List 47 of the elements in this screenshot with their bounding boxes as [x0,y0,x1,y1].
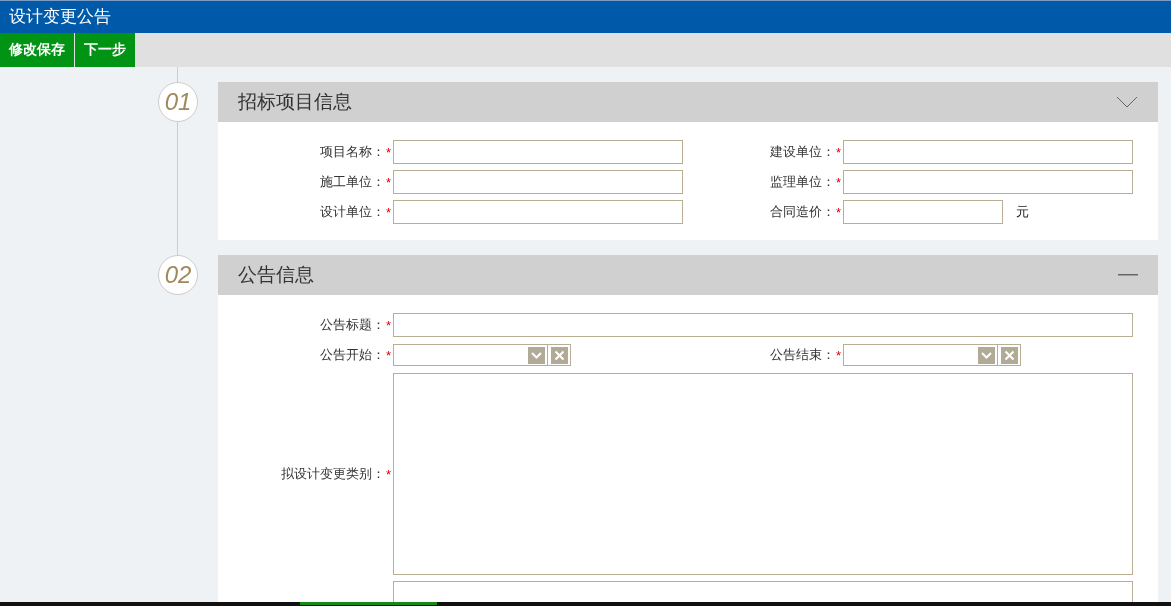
date-field[interactable] [393,344,548,366]
field-label: 设计单位： [319,203,385,221]
required-mark: * [385,466,391,482]
text-area[interactable] [393,581,1133,602]
scroll-thumb[interactable] [300,602,437,605]
clear-button[interactable] [998,344,1021,366]
step-number: 02 [158,255,198,295]
toolbar-button[interactable]: 修改保存 [0,33,75,67]
unit-label: 元 [1016,203,1029,221]
field-label: 拟设计变更类别： [280,465,385,483]
step-number: 01 [158,82,198,122]
field-label: 合同造价： [769,203,835,221]
field-label: 项目名称： [319,143,385,161]
field-label: 监理单位： [769,173,835,191]
required-mark: * [385,317,391,333]
toolbar-button[interactable]: 下一步 [75,33,136,67]
chevron-down-icon[interactable] [1116,96,1138,108]
dropdown-icon[interactable] [528,346,545,364]
input-field[interactable] [393,200,683,224]
close-icon [550,346,568,364]
clear-button[interactable] [548,344,571,366]
required-mark: * [835,347,841,363]
required-mark: * [385,174,391,190]
required-mark: * [385,144,391,160]
date-field[interactable] [843,344,998,366]
field-label: 公告标题： [319,316,385,334]
required-mark: * [835,174,841,190]
minus-icon[interactable] [1118,274,1138,276]
required-mark: * [835,144,841,160]
field-label: 建设单位： [769,143,835,161]
section-title: 招标项目信息 [238,90,352,114]
section-title: 公告信息 [238,263,314,287]
input-field[interactable] [843,140,1133,164]
input-field[interactable] [843,200,1003,224]
input-field[interactable] [843,170,1133,194]
close-icon [1000,346,1018,364]
window-title: 设计变更公告 [8,6,111,28]
dropdown-icon[interactable] [978,346,995,364]
input-field[interactable] [393,313,1133,337]
field-label: 公告开始： [319,346,385,364]
required-mark: * [385,204,391,220]
required-mark: * [835,204,841,220]
required-mark: * [385,347,391,363]
input-field[interactable] [393,140,683,164]
field-label: 公告结束： [769,346,835,364]
input-field[interactable] [393,170,683,194]
field-label: 施工单位： [319,173,385,191]
